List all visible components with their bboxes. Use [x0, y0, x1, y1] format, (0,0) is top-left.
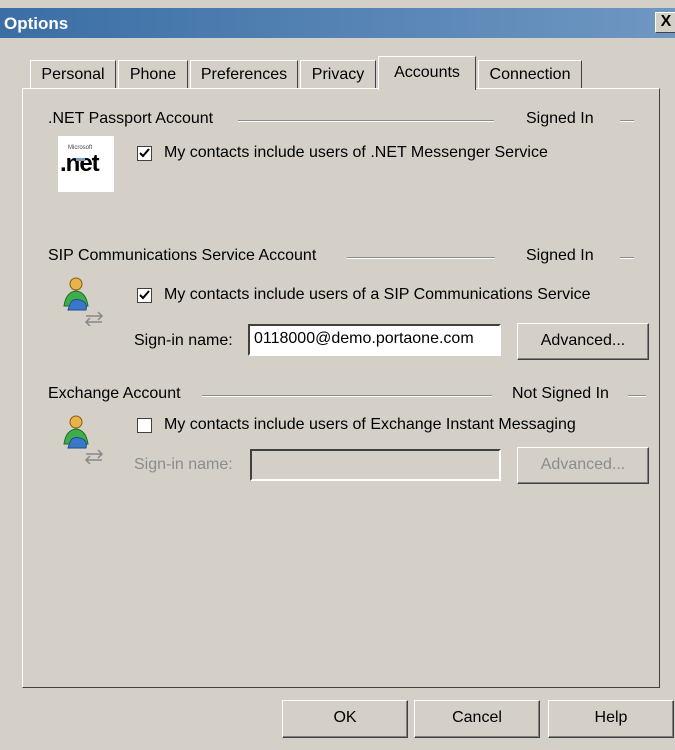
accounts-panel [22, 88, 660, 688]
help-button[interactable]: Help [548, 700, 674, 738]
close-button[interactable]: X [655, 12, 675, 33]
cancel-button[interactable]: Cancel [414, 700, 540, 738]
tab-phone[interactable]: Phone [118, 60, 188, 88]
tab-preferences[interactable]: Preferences [190, 60, 298, 88]
title-bar: Options X [0, 8, 675, 38]
options-dialog: Options X Personal Phone Preferences Pri… [0, 0, 675, 750]
tab-privacy[interactable]: Privacy [300, 60, 376, 88]
ok-button[interactable]: OK [282, 700, 408, 738]
tab-accounts[interactable]: Accounts [378, 56, 476, 90]
tab-connection[interactable]: Connection [478, 60, 582, 88]
tab-personal[interactable]: Personal [30, 60, 116, 88]
window-title: Options [4, 14, 69, 33]
